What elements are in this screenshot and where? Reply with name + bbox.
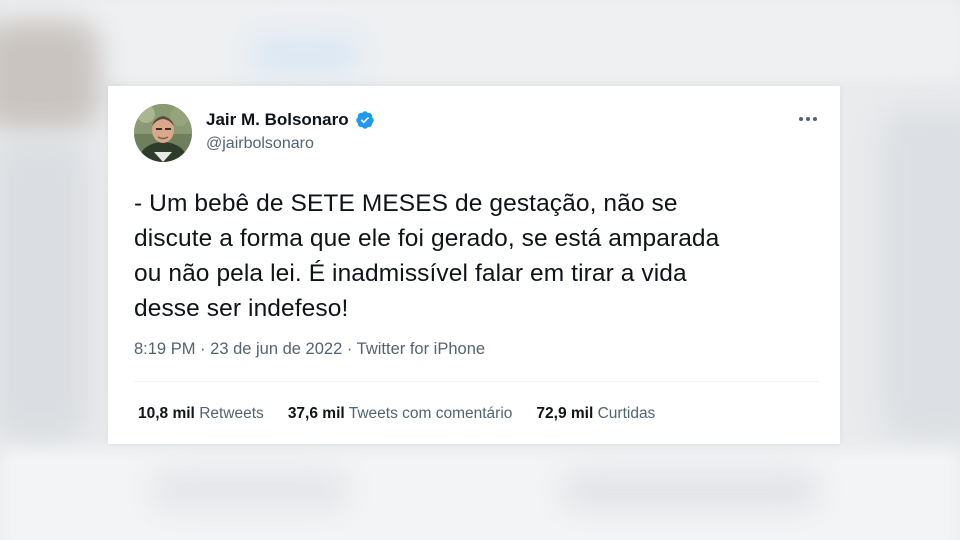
retweets-count: 10,8 mil (138, 405, 195, 422)
author-handle[interactable]: @jairbolsonaro (206, 135, 314, 153)
blurred-background-shape (560, 470, 820, 510)
blurred-background-shape (0, 20, 100, 130)
meta-separator: · (346, 340, 353, 358)
quote-tweets-label: Tweets com comentário (348, 405, 513, 422)
tweet-metadata: 8:19 PM · 23 de jun de 2022 · Twitter fo… (134, 340, 485, 359)
likes-label: Curtidas (597, 405, 656, 422)
tweet-text-line: discute a forma que ele foi gerado, se e… (134, 225, 720, 252)
blurred-background-shape (880, 110, 960, 440)
tweet-text: - Um bebê de SETE MESES de gestação, não… (134, 186, 814, 326)
tweet-text-line: - Um bebê de SETE MESES de gestação, não… (134, 190, 678, 217)
quote-tweets-stat[interactable]: 37,6 mil Tweets com comentário (288, 405, 513, 423)
tweet-time[interactable]: 8:19 PM (134, 340, 195, 358)
blurred-header-background (0, 0, 960, 80)
avatar[interactable] (134, 104, 192, 162)
blurred-background-shape (0, 140, 90, 440)
tweet-stats: 10,8 mil Retweets 37,6 mil Tweets com co… (138, 405, 655, 423)
likes-count: 72,9 mil (536, 405, 594, 422)
tweet-text-line: ou não pela lei. É inadmissível falar em… (134, 260, 687, 287)
meta-separator: · (200, 340, 206, 358)
likes-stat[interactable]: 72,9 mil Curtidas (536, 405, 655, 423)
tweet-source[interactable]: Twitter for iPhone (357, 340, 485, 358)
quote-tweets-count: 37,6 mil (287, 405, 345, 422)
more-horizontal-icon[interactable] (796, 109, 820, 129)
blurred-background-shape (250, 40, 360, 70)
tweet-card: Jair M. Bolsonaro @jairbolsonaro - Um be… (108, 86, 840, 444)
blurred-background-shape (150, 470, 350, 510)
tweet-text-line: desse ser indefeso! (134, 295, 349, 322)
author-row: Jair M. Bolsonaro (206, 110, 375, 130)
divider (134, 381, 820, 382)
retweets-label: Retweets (199, 405, 264, 422)
tweet-date[interactable]: 23 de jun de 2022 (210, 340, 342, 358)
retweets-stat[interactable]: 10,8 mil Retweets (138, 405, 264, 423)
verified-badge-icon (355, 110, 375, 130)
author-name[interactable]: Jair M. Bolsonaro (206, 110, 349, 130)
screenshot-stage: Jair M. Bolsonaro @jairbolsonaro - Um be… (0, 0, 960, 540)
